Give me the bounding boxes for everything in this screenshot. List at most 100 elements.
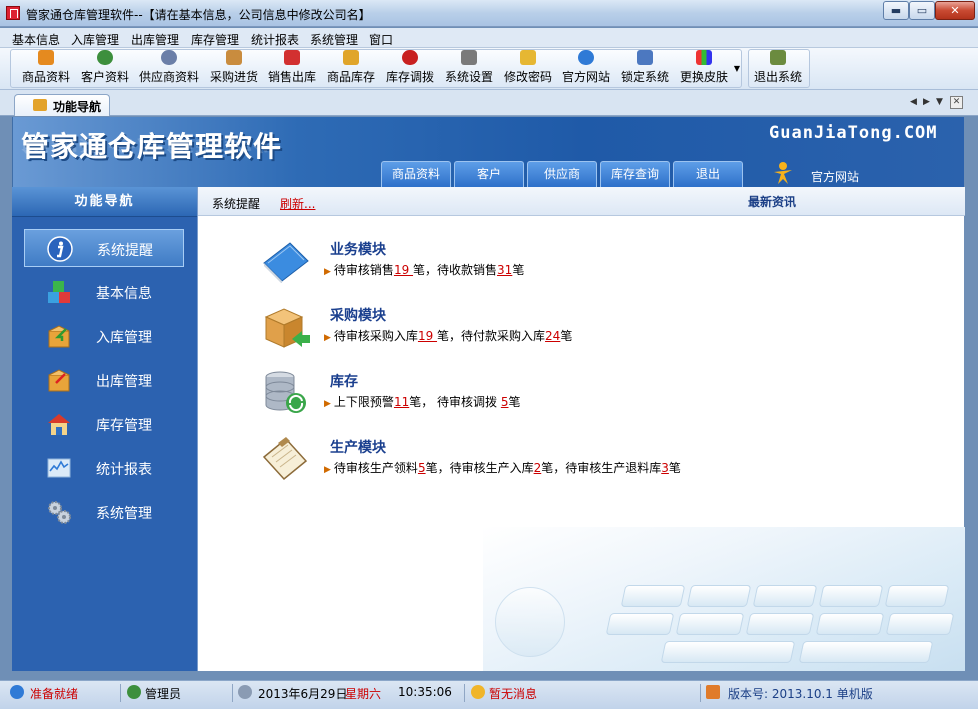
toolbar-lock-button[interactable]: 锁定系统: [619, 50, 671, 86]
latest-news-label[interactable]: 最新资讯: [748, 193, 796, 210]
tab-close-icon[interactable]: ✕: [950, 96, 963, 109]
bullet-arrow-icon: ▶: [324, 333, 331, 343]
banner-tab-supplier[interactable]: 供应商: [527, 161, 597, 187]
toolbar-website-button[interactable]: 官方网站: [560, 50, 612, 86]
title-bar: 管家通仓库管理软件--【请在基本信息，公司信息中修改公司名】 ▬ ▭ ✕: [0, 0, 978, 27]
close-button[interactable]: ✕: [935, 1, 975, 20]
toolbar-exit-button[interactable]: 退出系统: [752, 50, 804, 86]
unpaid-sales-count[interactable]: 31: [497, 263, 512, 277]
box-icon: [264, 308, 310, 348]
toolbar-password-button[interactable]: 修改密码: [502, 50, 554, 86]
app-banner: 管家通仓库管理软件 管家通仓库管理软件 GuanJiaTong.COM 商品资料…: [12, 117, 964, 187]
chart-icon: [47, 458, 71, 478]
goods-icon: [38, 50, 54, 65]
nav-item-system[interactable]: 系统管理: [24, 493, 184, 531]
window-title: 管家通仓库管理软件--【请在基本信息，公司信息中修改公司名】: [26, 8, 371, 22]
maximize-button[interactable]: ▭: [909, 1, 935, 20]
app-icon: [6, 6, 20, 20]
user-icon: [127, 685, 141, 699]
status-message[interactable]: 暂无消息: [489, 685, 537, 702]
tab-list-icon[interactable]: ▼: [936, 97, 943, 107]
banner-tab-stock-query[interactable]: 库存查询: [600, 161, 670, 187]
pending-sales-count[interactable]: 19: [394, 263, 413, 277]
stock-icon: [343, 50, 359, 65]
nav-item-basic-info[interactable]: 基本信息: [24, 273, 184, 311]
supplier-icon: [161, 50, 177, 65]
tab-scroll-right-icon[interactable]: ▶: [923, 97, 930, 107]
exit-icon: [770, 50, 786, 65]
toolbar-customer-button[interactable]: 客户资料: [79, 50, 131, 86]
toolbar-goods-button[interactable]: 商品资料: [20, 50, 72, 86]
nav-item-inventory[interactable]: 库存管理: [24, 405, 184, 443]
stock-warning-count[interactable]: 11: [394, 395, 409, 409]
tab-function-nav[interactable]: 功能导航: [14, 94, 110, 116]
chevron-down-icon[interactable]: ▼: [734, 64, 740, 73]
menu-reports[interactable]: 统计报表: [251, 31, 299, 48]
nav-item-inbound[interactable]: 入库管理: [24, 317, 184, 355]
toolbar-purchase-button[interactable]: 采购进货: [208, 50, 260, 86]
skin-icon: [696, 50, 712, 65]
status-ready: 准备就绪: [30, 687, 79, 701]
status-ready-icon: [10, 685, 24, 699]
document-tab-strip: 功能导航 ◀ ▶ ▼ ✕: [0, 90, 978, 116]
menu-outbound[interactable]: 出库管理: [131, 31, 179, 48]
sales-icon: [284, 50, 300, 65]
lock-icon: [637, 50, 653, 65]
banner-tab-goods[interactable]: 商品资料: [381, 161, 451, 187]
menu-bar: 基本信息 入库管理 出库管理 库存管理 统计报表 系统管理 窗口: [0, 28, 978, 48]
module-description: ▶ 待审核生产领料5笔，待审核生产入库2笔，待审核生产退料库3笔: [324, 461, 681, 475]
status-user: 管理员: [145, 687, 182, 701]
toolbar-sales-button[interactable]: 销售出库: [266, 50, 318, 86]
left-navigation: 功能导航 系统提醒 基本信息 入库管理 出库管理 库存管理 统计报表 系统管理: [12, 187, 197, 671]
nav-item-reports[interactable]: 统计报表: [24, 449, 184, 487]
menu-inventory[interactable]: 库存管理: [191, 31, 239, 48]
banner-tab-exit[interactable]: 退出: [673, 161, 743, 187]
purchase-icon: [226, 50, 242, 65]
status-bar: 准备就绪 管理员 2013年6月29日 星期六 10:35:06 暂无消息 版本…: [0, 680, 978, 709]
banner-tab-customer[interactable]: 客户: [454, 161, 524, 187]
module-title: 生产模块: [330, 440, 386, 456]
section-label: 系统提醒: [212, 197, 261, 211]
nav-title: 功能导航: [12, 187, 197, 217]
clock-icon: [238, 685, 252, 699]
pending-transfer-count[interactable]: 5: [501, 395, 509, 409]
customer-icon: [97, 50, 113, 65]
module-title: 采购模块: [330, 308, 386, 324]
pending-return-count[interactable]: 3: [661, 461, 669, 475]
pending-purchase-count[interactable]: 19: [418, 329, 437, 343]
message-icon: [471, 685, 485, 699]
menu-basic-info[interactable]: 基本信息: [12, 31, 60, 48]
module-description: ▶ 待审核采购入库19 笔，待付款采购入库24笔: [324, 329, 573, 343]
official-site-link[interactable]: 官方网站: [811, 168, 859, 185]
nav-item-system-reminder[interactable]: 系统提醒: [24, 229, 184, 267]
unpaid-purchase-count[interactable]: 24: [545, 329, 560, 343]
menu-window[interactable]: 窗口: [369, 31, 393, 48]
password-icon: [520, 50, 536, 65]
box-out-icon: [48, 369, 70, 392]
book-icon: [263, 242, 309, 283]
module-description: ▶ 待审核销售19 笔，待收款销售31笔: [324, 263, 525, 277]
house-icon: [48, 414, 70, 435]
toolbar-supplier-button[interactable]: 供应商资料: [138, 50, 200, 86]
ie-icon: [578, 50, 594, 65]
toolbar-skin-button[interactable]: 更换皮肤 ▼: [678, 50, 740, 86]
reminder-header: 系统提醒 刷新... 最新资讯: [198, 187, 965, 216]
transfer-icon: [402, 50, 418, 65]
module-description: ▶ 上下限预警11笔， 待审核调拨 5笔: [324, 395, 521, 409]
pending-issue-count[interactable]: 5: [418, 461, 426, 475]
bullet-arrow-icon: ▶: [324, 267, 331, 277]
status-weekday: 星期六: [345, 687, 382, 701]
menu-system[interactable]: 系统管理: [310, 31, 358, 48]
module-title: 库存: [330, 374, 358, 390]
minimize-button[interactable]: ▬: [883, 1, 909, 20]
toolbar-transfer-button[interactable]: 库存调拨: [384, 50, 436, 86]
banner-title-reflection: 管家通仓库管理软件: [21, 136, 283, 155]
refresh-link[interactable]: 刷新...: [280, 195, 315, 212]
module-title: 业务模块: [330, 242, 386, 258]
toolbar-settings-button[interactable]: 系统设置: [443, 50, 495, 86]
tab-scroll-left-icon[interactable]: ◀: [910, 97, 917, 107]
toolbar-stock-button[interactable]: 商品库存: [325, 50, 377, 86]
menu-inbound[interactable]: 入库管理: [71, 31, 119, 48]
gears-icon: [48, 501, 71, 524]
nav-item-outbound[interactable]: 出库管理: [24, 361, 184, 399]
